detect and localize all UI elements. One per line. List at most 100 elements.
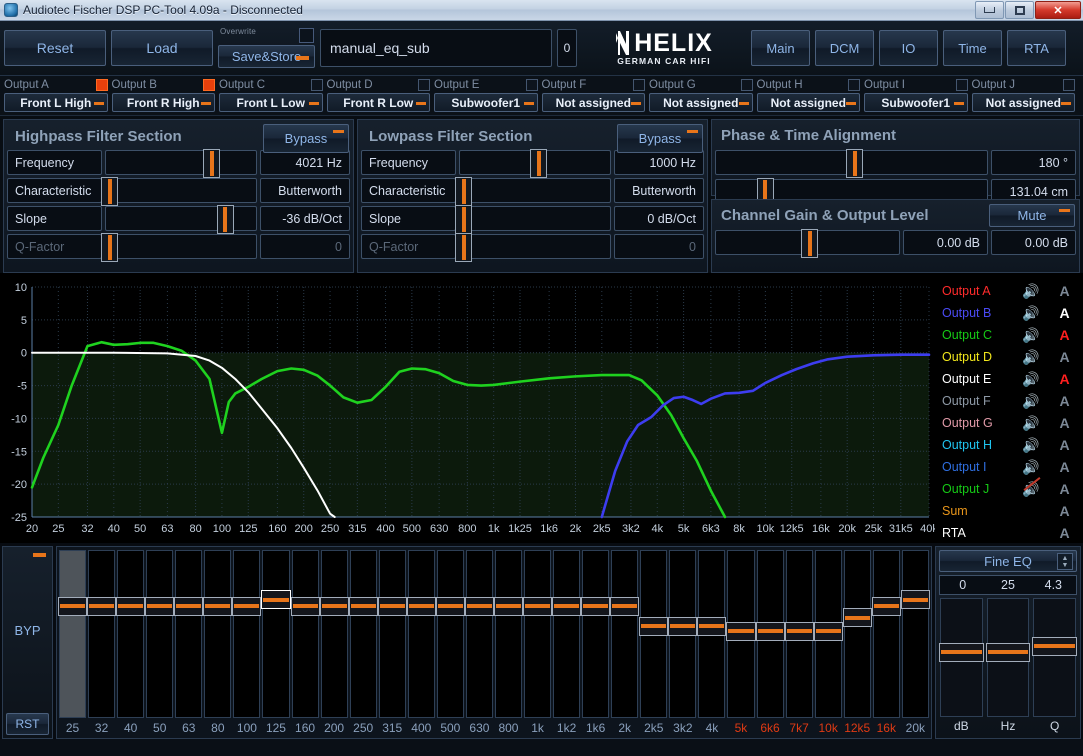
slider-knob[interactable] xyxy=(216,205,234,234)
eq-band-slider[interactable] xyxy=(261,550,291,718)
highpass-param-value[interactable]: 4021 Hz xyxy=(260,150,350,175)
preset-name-input[interactable]: manual_eq_sub xyxy=(320,29,552,67)
fine-eq-header[interactable]: Fine EQ ▲ ▼ xyxy=(939,550,1077,572)
speaker-icon[interactable]: 🔊 xyxy=(1014,437,1048,454)
eq-band-knob[interactable] xyxy=(813,621,843,641)
legend-channel-label[interactable]: RTA xyxy=(942,526,1014,540)
lowpass-param-value[interactable]: 0 dB/Oct xyxy=(614,206,704,231)
eq-band-knob[interactable] xyxy=(116,596,146,616)
speaker-icon[interactable]: 🔊 xyxy=(1014,371,1048,388)
legend-row[interactable]: Output F 🔊 A xyxy=(935,390,1081,412)
lowpass-param-value[interactable]: 1000 Hz xyxy=(614,150,704,175)
output-checkbox[interactable] xyxy=(203,78,215,91)
output-checkbox[interactable] xyxy=(1063,78,1075,91)
eq-band-knob[interactable] xyxy=(871,596,901,616)
eq-band-slider[interactable] xyxy=(813,550,843,718)
output-assignment-select[interactable]: Not assigned xyxy=(756,93,860,112)
eq-band-knob[interactable] xyxy=(610,596,640,616)
phase-time-slider[interactable] xyxy=(715,149,988,178)
tab-time[interactable]: Time xyxy=(943,30,1002,66)
eq-band-knob[interactable] xyxy=(581,596,611,616)
tab-main[interactable]: Main xyxy=(751,30,810,66)
eq-band-knob[interactable] xyxy=(406,596,436,616)
eq-band-slider[interactable] xyxy=(203,550,233,718)
eq-band-slider[interactable] xyxy=(319,550,349,718)
eq-band-knob[interactable] xyxy=(639,616,669,636)
highpass-bypass-button[interactable]: Bypass xyxy=(263,124,349,153)
eq-band-slider[interactable] xyxy=(697,550,727,718)
legend-row[interactable]: Output J 🔊 A xyxy=(935,476,1081,500)
legend-channel-label[interactable]: Sum xyxy=(942,504,1014,518)
eq-band-slider[interactable] xyxy=(116,550,146,718)
highpass-slider[interactable] xyxy=(101,233,257,262)
eq-band-knob[interactable] xyxy=(232,596,262,616)
eq-band-knob[interactable] xyxy=(203,596,233,616)
slider-knob[interactable] xyxy=(203,149,220,178)
eq-band-slider[interactable] xyxy=(900,550,930,718)
slider-knob[interactable] xyxy=(101,177,118,206)
highpass-param-value[interactable]: Butterworth xyxy=(260,178,350,203)
eq-band-knob[interactable] xyxy=(697,616,727,636)
legend-a-indicator[interactable]: A xyxy=(1048,503,1081,519)
fine-eq-slider[interactable] xyxy=(939,598,984,717)
eq-band-slider[interactable] xyxy=(377,550,407,718)
legend-channel-label[interactable]: Output I xyxy=(942,460,1014,474)
speaker-icon[interactable]: 🔊 xyxy=(1014,283,1048,300)
legend-channel-label[interactable]: Output E xyxy=(942,372,1014,386)
legend-row[interactable]: Sum A xyxy=(935,500,1081,522)
output-checkbox[interactable] xyxy=(740,78,753,91)
slider-knob[interactable] xyxy=(455,177,472,206)
channel-gain-value[interactable]: 0.00 dB xyxy=(903,230,988,255)
eq-band-slider[interactable] xyxy=(784,550,814,718)
eq-band-slider[interactable] xyxy=(464,550,494,718)
speaker-icon[interactable]: 🔊 xyxy=(1014,459,1048,476)
legend-a-indicator[interactable]: A xyxy=(1048,437,1081,453)
output-assignment-select[interactable]: Front R High xyxy=(111,93,215,112)
fine-eq-knob[interactable] xyxy=(1032,636,1078,656)
eq-bypass-button[interactable]: BYP xyxy=(3,547,52,713)
lowpass-bypass-button[interactable]: Bypass xyxy=(617,124,703,153)
eq-band-knob[interactable] xyxy=(464,596,494,616)
eq-band-knob[interactable] xyxy=(900,590,930,610)
legend-row[interactable]: Output C 🔊 A xyxy=(935,324,1081,346)
fine-eq-value[interactable]: 0 xyxy=(940,576,985,594)
fine-eq-value[interactable]: 4.3 xyxy=(1031,576,1076,594)
output-checkbox[interactable] xyxy=(525,78,538,91)
legend-row[interactable]: Output D 🔊 A xyxy=(935,346,1081,368)
eq-band-slider[interactable] xyxy=(174,550,204,718)
eq-band-slider[interactable] xyxy=(726,550,756,718)
slider-knob[interactable] xyxy=(801,229,819,258)
slider-knob[interactable] xyxy=(455,233,472,262)
channel-gain-slider[interactable] xyxy=(715,229,900,258)
lowpass-slider[interactable] xyxy=(455,177,611,206)
overwrite-checkbox[interactable] xyxy=(299,28,314,43)
highpass-slider[interactable] xyxy=(101,177,257,206)
close-button[interactable]: ✕ xyxy=(1035,1,1081,19)
legend-channel-label[interactable]: Output G xyxy=(942,416,1014,430)
tab-rta[interactable]: RTA xyxy=(1007,30,1066,66)
legend-row[interactable]: Output H 🔊 A xyxy=(935,434,1081,456)
eq-band-slider[interactable] xyxy=(842,550,872,718)
eq-band-slider[interactable] xyxy=(493,550,523,718)
eq-band-slider[interactable] xyxy=(552,550,582,718)
slider-knob[interactable] xyxy=(530,149,547,178)
eq-band-slider[interactable] xyxy=(435,550,465,718)
fine-eq-value[interactable]: 25 xyxy=(985,576,1030,594)
slider-knob[interactable] xyxy=(455,205,472,234)
eq-band-knob[interactable] xyxy=(145,596,175,616)
eq-band-knob[interactable] xyxy=(348,596,378,616)
output-assignment-select[interactable]: Subwoofer1 xyxy=(434,93,538,112)
legend-channel-label[interactable]: Output A xyxy=(942,284,1014,298)
output-assignment-select[interactable]: Not assigned xyxy=(541,93,645,112)
eq-band-knob[interactable] xyxy=(377,596,407,616)
lowpass-slider[interactable] xyxy=(459,149,611,178)
eq-reset-button[interactable]: RST xyxy=(6,713,49,735)
legend-a-indicator[interactable]: A xyxy=(1048,305,1081,321)
eq-band-slider[interactable] xyxy=(581,550,611,718)
lowpass-param-value[interactable]: 0 xyxy=(614,234,704,259)
legend-row[interactable]: Output B 🔊 A xyxy=(935,302,1081,324)
eq-band-slider[interactable] xyxy=(871,550,901,718)
fine-eq-slider[interactable] xyxy=(985,598,1031,717)
preset-number-field[interactable]: 0 xyxy=(557,29,577,67)
lowpass-slider[interactable] xyxy=(455,233,611,262)
